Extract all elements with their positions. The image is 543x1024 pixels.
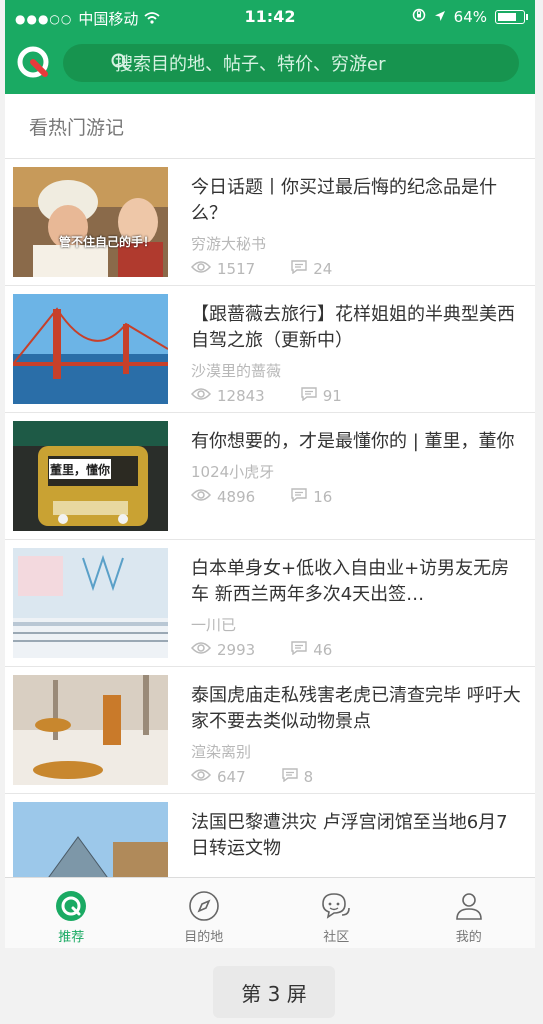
article-title: 法国巴黎遭洪灾 卢浮宫闭馆至当地6月7日转运文物	[191, 812, 508, 859]
article-thumbnail	[13, 548, 168, 658]
article-thumbnail: 董里，懂你	[13, 421, 168, 531]
views-icon	[190, 260, 212, 278]
views-icon	[190, 488, 212, 506]
view-count: 1517	[217, 260, 256, 278]
article-author: 穷游大秘书	[191, 235, 267, 253]
article-title: 【跟蔷薇去旅行】花样姐姐的半典型美西自驾之旅（更新中）	[191, 304, 515, 351]
battery-percent: 64%	[453, 8, 487, 26]
page-indicator-button[interactable]: 第 3 屏	[213, 966, 335, 1018]
comments-icon	[301, 387, 317, 405]
comment-count: 91	[322, 387, 342, 405]
comment-count: 16	[313, 488, 333, 506]
view-count: 2993	[217, 641, 256, 659]
list-item[interactable]: 【跟蔷薇去旅行】花样姐姐的半典型美西自驾之旅（更新中） 沙漠里的蔷薇 12843…	[5, 286, 535, 413]
view-count: 12843	[217, 387, 265, 405]
views-icon	[190, 641, 212, 659]
status-bar: ●●●○○ 中国移动 11:42 64%	[5, 0, 535, 34]
article-title: 白本单身女+低收入自由业+访男友无房车 新西兰两年多次4天出签…	[191, 558, 510, 605]
phone-screen: ●●●○○ 中国移动 11:42 64% 搜索目的地、帖子、特价、穷游er 看热…	[5, 0, 535, 948]
tab-label: 我的	[455, 930, 482, 945]
tab-label: 社区	[323, 930, 350, 945]
article-thumbnail	[13, 294, 168, 404]
bottom-tab-bar: 推荐 目的地 社区 我的	[5, 877, 535, 948]
battery-icon	[495, 10, 528, 24]
comments-icon	[281, 768, 298, 786]
article-title: 今日话题丨你买过最后悔的纪念品是什么？	[191, 177, 497, 224]
list-item[interactable]: 董里，懂你 有你想要的，才是最懂你的 | 董里，董你 1024小虎牙 4896 …	[5, 413, 535, 540]
search-input[interactable]: 搜索目的地、帖子、特价、穷游er	[63, 44, 519, 82]
list-item[interactable]: 泰国虎庙走私残害老虎已清查完毕 呼吁大家不要去类似动物景点 渲染离别 647 8	[5, 667, 535, 794]
article-title: 有你想要的，才是最懂你的 | 董里，董你	[191, 431, 515, 452]
views-icon	[190, 768, 212, 786]
article-author: 一川已	[191, 616, 237, 634]
compass-icon	[188, 890, 220, 922]
comment-count: 24	[313, 260, 333, 278]
article-author: 渲染离别	[191, 743, 252, 761]
article-list: 管不住自己的手！ 今日话题丨你买过最后悔的纪念品是什么？ 穷游大秘书 1517 …	[5, 159, 535, 921]
location-icon	[434, 8, 446, 26]
orientation-lock-icon	[412, 8, 426, 26]
views-icon	[190, 387, 212, 405]
tab-community[interactable]: 社区	[270, 878, 403, 948]
top-bar: ●●●○○ 中国移动 11:42 64% 搜索目的地、帖子、特价、穷游er	[5, 0, 535, 94]
article-title: 泰国虎庙走私残害老虎已清查完毕 呼吁大家不要去类似动物景点	[191, 685, 521, 732]
article-thumbnail	[13, 675, 168, 785]
tab-profile[interactable]: 我的	[403, 878, 536, 948]
tab-label: 目的地	[184, 930, 224, 945]
comment-count: 8	[303, 768, 314, 786]
view-count: 647	[217, 768, 246, 786]
tab-label: 推荐	[58, 930, 85, 945]
search-icon	[111, 53, 129, 76]
list-item[interactable]: 管不住自己的手！ 今日话题丨你买过最后悔的纪念品是什么？ 穷游大秘书 1517 …	[5, 159, 535, 286]
list-item[interactable]: 白本单身女+低收入自由业+访男友无房车 新西兰两年多次4天出签… 一川已 299…	[5, 540, 535, 667]
community-icon	[320, 890, 352, 922]
recommend-icon	[55, 890, 87, 922]
app-logo-icon[interactable]	[15, 44, 51, 80]
search-placeholder: 搜索目的地、帖子、特价、穷游er	[115, 54, 386, 75]
profile-icon	[453, 890, 485, 922]
tab-recommend[interactable]: 推荐	[5, 878, 138, 948]
article-author: 1024小虎牙	[191, 463, 275, 481]
section-title: 看热门游记	[5, 94, 535, 159]
tab-destination[interactable]: 目的地	[138, 878, 271, 948]
comment-count: 46	[313, 641, 333, 659]
thumbnail-caption: 董里，懂你	[49, 459, 111, 479]
comments-icon	[291, 488, 307, 506]
comments-icon	[291, 260, 307, 278]
view-count: 4896	[217, 488, 256, 506]
comments-icon	[291, 641, 307, 659]
article-author: 沙漠里的蔷薇	[191, 362, 282, 380]
article-thumbnail: 管不住自己的手！	[13, 167, 168, 277]
thumbnail-caption: 管不住自己的手！	[59, 235, 156, 249]
